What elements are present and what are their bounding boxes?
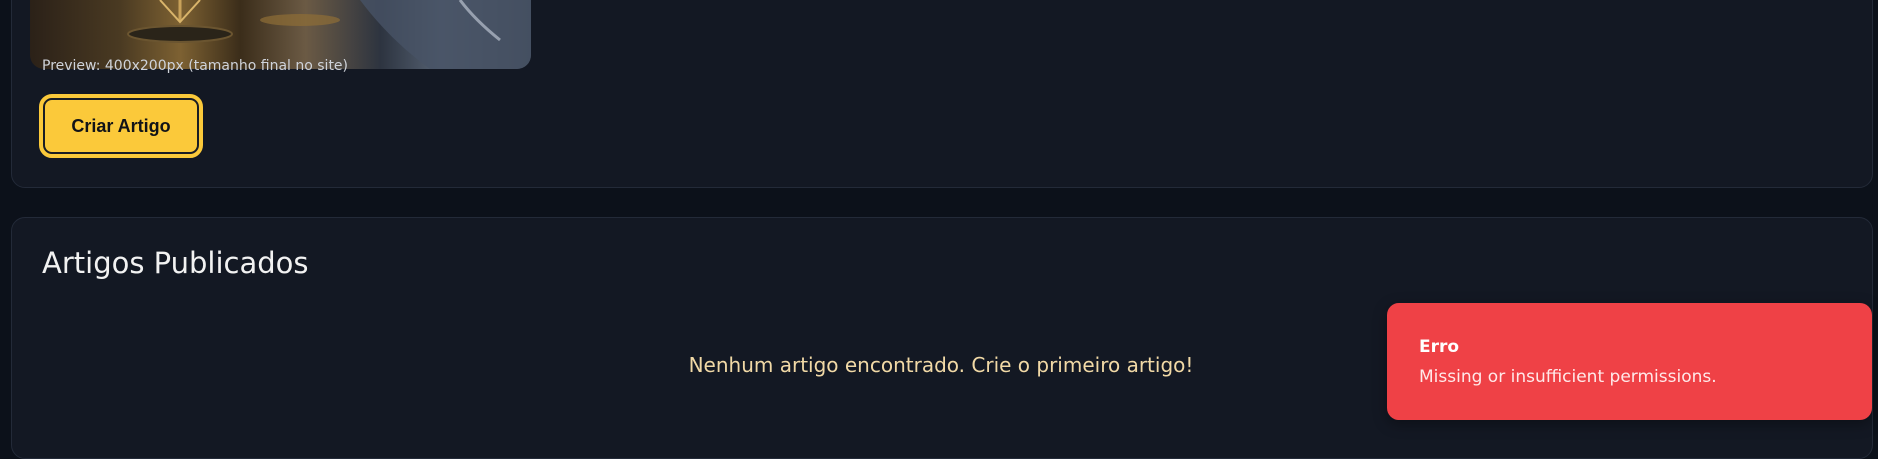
preview-caption: Preview: 400x200px (tamanho final no sit… <box>42 58 349 74</box>
create-article-button[interactable]: Criar Artigo <box>39 94 203 158</box>
error-toast[interactable]: Erro Missing or insufficient permissions… <box>1387 303 1872 420</box>
toast-title: Erro <box>1419 337 1460 357</box>
toast-message: Missing or insufficient permissions. <box>1419 367 1717 387</box>
section-title: Artigos Publicados <box>42 246 309 280</box>
